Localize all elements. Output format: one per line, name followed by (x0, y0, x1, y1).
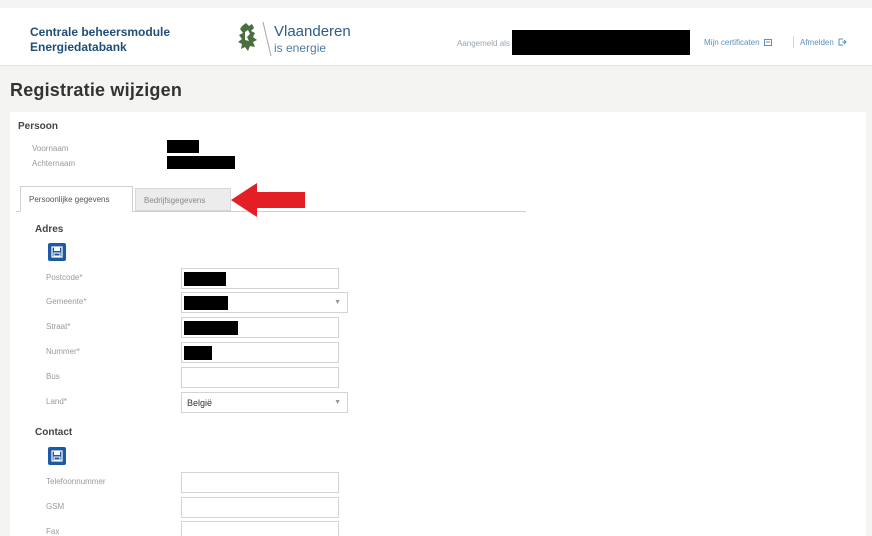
bus-input[interactable] (181, 367, 339, 388)
logout-link[interactable]: Afmelden (800, 38, 847, 47)
save-icon (51, 450, 63, 462)
gsm-label: GSM (46, 502, 65, 511)
firstname-label: Voornaam (32, 144, 69, 153)
brand-wordmark: Vlaanderen is energie (274, 24, 351, 56)
certificate-icon (763, 39, 772, 46)
tab-personal-data[interactable]: Persoonlijke gegevens (20, 186, 133, 212)
app-name[interactable]: Centrale beheersmodule Energiedatabank (30, 25, 170, 55)
logo-divider (262, 21, 272, 57)
my-certificates-link[interactable]: Mijn certificaten (704, 38, 772, 47)
app-header: Centrale beheersmodule Energiedatabank V… (0, 8, 872, 66)
number-label: Nummer* (46, 347, 80, 356)
brand-subtitle: is energie (274, 41, 327, 55)
save-icon (51, 246, 63, 258)
contact-section-title: Contact (35, 427, 73, 438)
redacted-street (184, 321, 238, 335)
country-select[interactable]: België ▼ (181, 392, 348, 413)
app-name-line2: Energiedatabank (30, 40, 127, 54)
redacted-municipality (184, 296, 228, 310)
phone-input[interactable] (181, 472, 339, 493)
save-contact-button[interactable] (48, 447, 66, 465)
chevron-down-icon: ▼ (334, 299, 341, 306)
postcode-input[interactable] (181, 268, 339, 289)
redacted-username (512, 30, 690, 55)
bus-label: Bus (46, 372, 60, 381)
page-title: Registratie wijzigen (10, 80, 183, 100)
country-label: Land* (46, 397, 67, 406)
brand-title: Vlaanderen (274, 23, 351, 40)
content-panel (10, 112, 866, 536)
page-root: Centrale beheersmodule Energiedatabank V… (0, 0, 872, 536)
address-section-title: Adres (35, 224, 64, 235)
street-input[interactable] (181, 317, 339, 338)
header-link-divider (793, 36, 794, 48)
redacted-firstname (167, 140, 199, 153)
red-arrow-icon (231, 183, 305, 217)
app-name-line1: Centrale beheersmodule (30, 25, 171, 39)
my-certificates-label: Mijn certificaten (704, 38, 760, 47)
number-input[interactable] (181, 342, 339, 363)
country-value: België (187, 398, 213, 408)
tab-company-data[interactable]: Bedrijfsgegevens (135, 188, 231, 211)
phone-label: Telefoonnummer (46, 477, 106, 486)
login-label: Aangemeld als (457, 39, 510, 48)
person-section-title: Persoon (18, 121, 59, 132)
municipality-label: Gemeente* (46, 297, 87, 306)
fax-input[interactable] (181, 521, 339, 536)
redacted-postcode (184, 272, 226, 286)
logout-icon (838, 38, 847, 46)
gsm-input[interactable] (181, 497, 339, 518)
redacted-lastname (167, 156, 235, 169)
fax-label: Fax (46, 527, 60, 536)
save-address-button[interactable] (48, 243, 66, 261)
flanders-lion-icon (238, 23, 257, 51)
redacted-number (184, 346, 212, 360)
lastname-label: Achternaam (32, 159, 76, 168)
logout-label: Afmelden (800, 38, 834, 47)
municipality-select[interactable]: ▼ (181, 292, 348, 313)
chevron-down-icon: ▼ (334, 399, 341, 406)
postcode-label: Postcode* (46, 273, 83, 282)
street-label: Straat* (46, 322, 71, 331)
